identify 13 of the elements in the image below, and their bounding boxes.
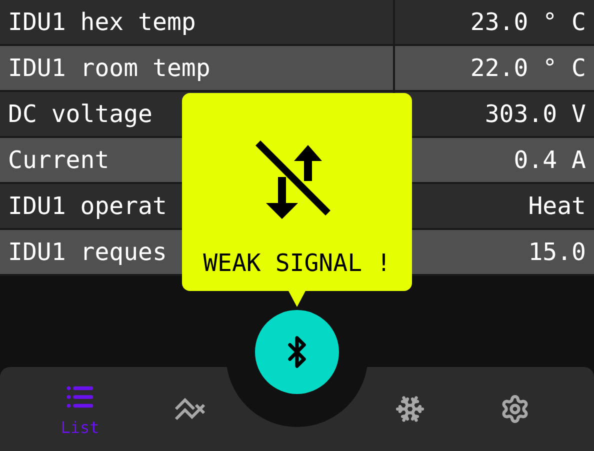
- row-value: 303.0 V: [484, 99, 587, 130]
- row-value: 15.0: [527, 237, 587, 268]
- row-value: 23.0 ° C: [469, 7, 587, 38]
- row-label: IDU1 room temp: [0, 46, 395, 90]
- warning-message: WEAK SIGNAL !: [203, 249, 391, 277]
- row-label: IDU1 hex temp: [0, 0, 395, 44]
- list-tab[interactable]: List: [0, 367, 160, 451]
- row-value: 0.4 A: [512, 145, 587, 176]
- double-zigzag-icon: [174, 397, 206, 421]
- row-value: 22.0 ° C: [469, 53, 587, 84]
- snowflake-icon: [395, 394, 425, 424]
- settings-icon: [500, 394, 530, 424]
- row-value: Heat: [527, 191, 587, 222]
